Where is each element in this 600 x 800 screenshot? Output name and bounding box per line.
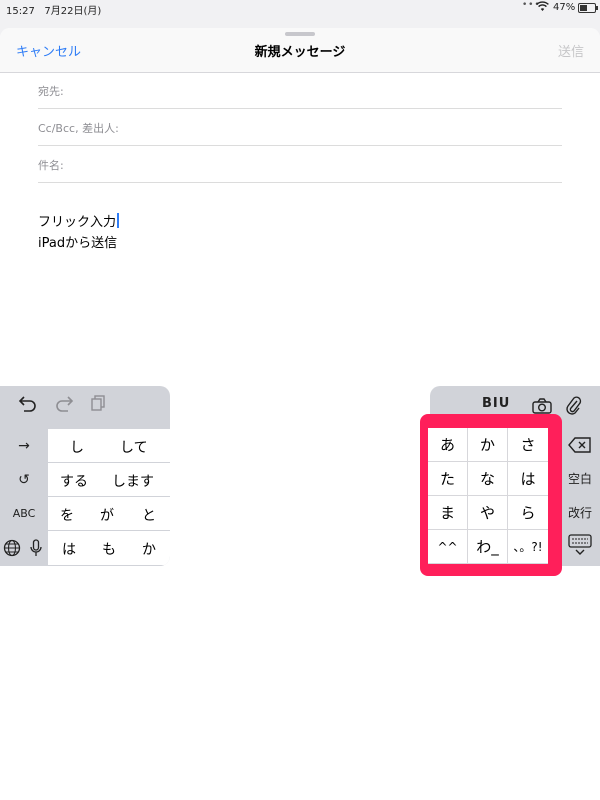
kana-key-ya[interactable]: や <box>468 496 508 530</box>
message-body[interactable]: フリック入力 iPadから送信 <box>38 212 120 254</box>
sheet-grabber[interactable] <box>285 32 315 36</box>
suggestion-item[interactable]: する <box>60 471 88 491</box>
left-toolbar <box>0 386 170 428</box>
redo-icon[interactable] <box>54 394 74 412</box>
status-bar: 15:27 7月22日(月) • • • 47% <box>0 0 600 18</box>
microphone-icon[interactable] <box>24 531 48 565</box>
suggestion-item[interactable]: か <box>142 539 156 559</box>
navigation-bar: キャンセル 新規メッセージ 送信 <box>0 28 600 73</box>
kana-key-ka[interactable]: か <box>468 428 508 462</box>
suggestion-item[interactable]: し <box>70 437 84 457</box>
suggestion-row-2: する します <box>48 462 170 497</box>
space-key[interactable]: 空白 <box>560 462 600 496</box>
suggestion-item[interactable]: が <box>100 505 114 525</box>
paste-icon[interactable] <box>90 394 106 412</box>
attachment-icon[interactable] <box>566 396 582 416</box>
to-label: 宛先: <box>38 85 64 98</box>
kana-key-ma[interactable]: ま <box>428 496 468 530</box>
suggestion-row-4: は も か <box>48 530 170 565</box>
subject-field[interactable]: 件名: <box>38 146 562 183</box>
kana-key-na[interactable]: な <box>468 462 508 496</box>
battery-icon <box>578 3 598 13</box>
backspace-key[interactable] <box>560 428 600 462</box>
abc-key[interactable]: ABC <box>0 497 48 531</box>
body-line-1: フリック入力 <box>38 215 117 230</box>
wifi-icon <box>536 1 549 12</box>
suggestion-item[interactable]: と <box>142 505 156 525</box>
cc-bcc-label: Cc/Bcc, 差出人: <box>38 122 119 135</box>
status-time: 15:27 7月22日(月) <box>6 6 102 17</box>
suggestion-row-1: し して <box>48 428 170 463</box>
kana-key-ra[interactable]: ら <box>508 496 548 530</box>
cc-bcc-field[interactable]: Cc/Bcc, 差出人: <box>38 109 562 146</box>
suggestion-item[interactable]: します <box>112 471 154 491</box>
kana-key-wa[interactable]: わ_ <box>468 530 508 564</box>
page-title: 新規メッセージ <box>254 45 346 60</box>
battery-percentage: 47% <box>553 2 576 13</box>
subject-label: 件名: <box>38 159 64 172</box>
kana-key-ha[interactable]: は <box>508 462 548 496</box>
flick-kana-grid: あ か さ た な は ま や ら ^^ わ_ 、。?! <box>428 428 548 564</box>
body-line-2: iPadから送信 <box>38 236 118 251</box>
to-field[interactable]: 宛先: <box>38 72 562 109</box>
format-button[interactable]: BIU <box>482 396 510 411</box>
suggestion-item[interactable]: は <box>62 539 76 559</box>
undo-key[interactable]: ↺ <box>0 463 48 497</box>
send-button[interactable]: 送信 <box>558 41 584 60</box>
text-cursor <box>117 213 120 228</box>
suggestion-item[interactable]: を <box>60 505 74 525</box>
left-keyboard-panel: → ↺ ABC し して する します を が と は も か <box>0 386 170 566</box>
suggestion-item[interactable]: も <box>102 539 116 559</box>
return-key[interactable]: 改行 <box>560 496 600 530</box>
camera-icon[interactable] <box>532 398 552 414</box>
globe-icon[interactable] <box>0 531 24 565</box>
kana-key-emoticon[interactable]: ^^ <box>428 530 468 564</box>
kana-key-sa[interactable]: さ <box>508 428 548 462</box>
suggestion-item[interactable]: して <box>120 437 148 457</box>
kana-key-punctuation[interactable]: 、。?! <box>508 530 548 564</box>
suggestion-row-3: を が と <box>48 496 170 531</box>
kana-key-ta[interactable]: た <box>428 462 468 496</box>
undo-icon[interactable] <box>18 394 38 412</box>
cursor-right-key[interactable]: → <box>0 429 48 463</box>
kana-key-a[interactable]: あ <box>428 428 468 462</box>
dismiss-keyboard-icon[interactable] <box>560 528 600 562</box>
